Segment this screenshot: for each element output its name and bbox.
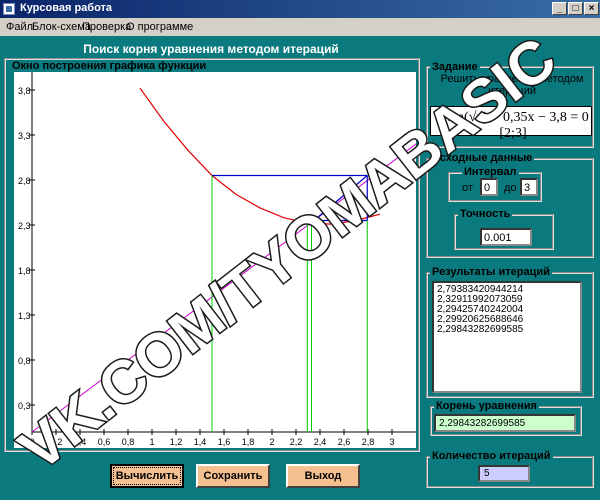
interval-label: Интервал: [462, 166, 519, 178]
y-tick-label: 2,8: [18, 176, 31, 186]
maximize-button[interactable]: □: [568, 2, 583, 15]
series-line-curve: [139, 87, 381, 225]
x-tick-label: 1,8: [242, 437, 255, 447]
series-line-identity: [31, 134, 429, 433]
x-tick-label: 0,2: [50, 437, 63, 447]
y-tick-label: 2,3: [18, 221, 31, 231]
calculate-button[interactable]: Вычислить: [110, 464, 184, 488]
task-equation: 3 sin(√x) + 0,35x − 3,8 = 0 [2;3]: [437, 110, 589, 141]
results-label: Результаты итераций: [430, 266, 552, 278]
to-field[interactable]: 3: [520, 178, 538, 196]
input-label: Исходные данные: [430, 152, 535, 164]
save-button[interactable]: Сохранить: [196, 464, 270, 488]
x-tick-label: 1,4: [194, 437, 207, 447]
x-tick-label: 0,4: [74, 437, 87, 447]
count-label: Количество итераций: [430, 450, 553, 462]
menu-file[interactable]: Файл: [6, 21, 33, 33]
root-field[interactable]: 2,29843282699585: [434, 414, 576, 432]
x-tick-label: 1: [149, 437, 154, 447]
function-plot: 3,8 3,3 2,8 2,3 1,8 1,3 0,8 0,3 0 0,2 0,4 0,6 0,8 1 1,…: [14, 72, 429, 448]
iteration-segment: [313, 175, 368, 221]
x-tick-label: 2,2: [290, 437, 303, 447]
close-button[interactable]: ×: [584, 2, 599, 15]
graph-label: Окно построения графика функции: [10, 60, 209, 72]
x-tick-label: 2,8: [362, 437, 375, 447]
x-tick-label: 0: [29, 437, 34, 447]
x-tick-label: 1,2: [170, 437, 183, 447]
precision-field[interactable]: 0.001: [480, 228, 532, 246]
y-tick-label: 0,8: [18, 356, 31, 366]
task-label: Задание: [430, 61, 480, 73]
page-title: Поиск корня уравнения методом итераций: [83, 42, 339, 56]
y-tick-label: 3,3: [18, 131, 31, 141]
x-tick-label: 2,4: [314, 437, 327, 447]
exit-button[interactable]: Выход: [286, 464, 360, 488]
menu-about[interactable]: О программе: [126, 21, 193, 33]
x-tick-label: 2,6: [338, 437, 351, 447]
y-tick-label: 1,8: [18, 266, 31, 276]
results-list[interactable]: 2,79383420944214 2,32911992073059 2,2942…: [432, 281, 582, 393]
window-titlebar: Курсовая работа _ □ ×: [0, 0, 600, 18]
menu-check[interactable]: Проверка: [82, 21, 131, 33]
plot-svg: 3,8 3,3 2,8 2,3 1,8 1,3 0,8 0,3 0 0,2 0,4 0,6 0,8 1 1,…: [18, 72, 429, 447]
y-tick-label: 1,3: [18, 311, 31, 321]
x-tick-label: 0,8: [122, 437, 135, 447]
root-label: Корень уравнения: [434, 400, 539, 412]
x-tick-label: 2: [269, 437, 274, 447]
to-label: до: [504, 182, 517, 194]
x-tick-label: 0,6: [98, 437, 111, 447]
window-title: Курсовая работа: [20, 2, 113, 14]
task-instruction: Решить уравнение методом итераций: [440, 73, 584, 97]
y-tick-label: 0,3: [18, 401, 31, 411]
precision-label: Точность: [458, 208, 513, 220]
app-icon: [3, 3, 15, 15]
x-tick-label: 3: [389, 437, 394, 447]
from-label: от: [462, 182, 473, 194]
menubar: Файл Блок-схема Проверка О программе: [0, 18, 600, 36]
minimize-button[interactable]: _: [552, 2, 567, 15]
from-field[interactable]: 0: [480, 178, 498, 196]
result-row: 2,29843282699585: [437, 324, 524, 335]
x-tick-label: 1,6: [218, 437, 231, 447]
count-field[interactable]: 5: [478, 465, 530, 482]
y-tick-label: 3,8: [18, 86, 31, 96]
